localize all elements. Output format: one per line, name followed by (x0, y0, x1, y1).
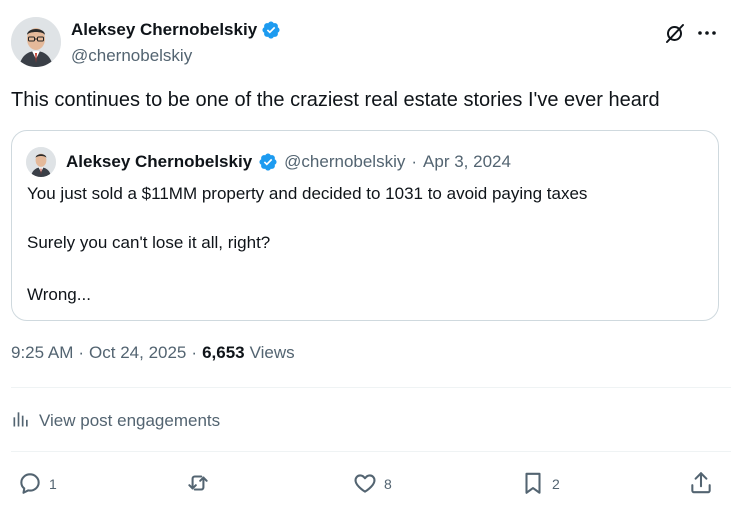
view-engagements-label[interactable]: View post engagements (39, 411, 220, 431)
post-date[interactable]: Oct 24, 2025 (89, 343, 186, 363)
avatar[interactable] (11, 17, 61, 67)
meta-separator-2: · (191, 343, 198, 362)
author-name-text[interactable]: Aleksey Chernobelskiy (71, 20, 257, 40)
share-icon (688, 470, 714, 499)
bookmark-count: 2 (552, 476, 560, 492)
post-detail: Aleksey Chernobelskiy @chernobelskiy Thi… (0, 0, 742, 509)
share-button[interactable] (688, 468, 714, 500)
views-label: Views (249, 343, 295, 362)
divider (11, 387, 731, 388)
author-name[interactable]: Aleksey Chernobelskiy (71, 20, 281, 40)
bookmark-button[interactable]: 2 (520, 468, 560, 500)
author-handle[interactable]: @chernobelskiy (71, 46, 192, 66)
quoted-avatar (26, 147, 56, 177)
post-time[interactable]: 9:25 AM (11, 343, 73, 363)
repost-button[interactable] (185, 468, 217, 500)
quoted-text-line-3: Wrong... (27, 285, 91, 304)
post-meta: 9:25 AM · Oct 24, 2025 · 6,653 Views (11, 343, 295, 363)
quoted-text-line-2: Surely you can't lose it all, right? (27, 233, 271, 252)
more-icon[interactable] (695, 21, 719, 45)
quoted-author-name: Aleksey Chernobelskiy (66, 152, 253, 171)
verified-badge-icon (261, 20, 281, 40)
quoted-date: Apr 3, 2024 (423, 152, 511, 171)
grok-icon[interactable] (663, 21, 687, 45)
quoted-post-header: Aleksey Chernobelskiy @chernobelskiy · A… (26, 146, 511, 178)
quoted-text-line-1: You just sold a $11MM property and decid… (27, 184, 588, 203)
reply-button[interactable]: 1 (17, 468, 57, 500)
bookmark-icon (520, 470, 546, 499)
quoted-verified-badge-icon (258, 152, 278, 172)
meta-separator: · (78, 343, 85, 362)
post-header: Aleksey Chernobelskiy @chernobelskiy (11, 15, 731, 69)
divider-2 (11, 451, 731, 452)
heart-icon (352, 470, 378, 499)
quoted-author-handle: @chernobelskiy (284, 152, 406, 171)
post-text: This continues to be one of the craziest… (11, 89, 660, 111)
analytics-icon (11, 409, 31, 434)
repost-icon (185, 470, 211, 499)
view-engagements-link[interactable]: View post engagements (11, 407, 220, 435)
quoted-post[interactable]: Aleksey Chernobelskiy @chernobelskiy · A… (11, 130, 719, 321)
action-bar: 1 8 2 (0, 468, 742, 500)
reply-icon (17, 470, 43, 499)
quoted-separator: · (411, 152, 418, 171)
reply-count: 1 (49, 476, 57, 492)
views-count: 6,653 (202, 343, 245, 362)
like-count: 8 (384, 476, 392, 492)
like-button[interactable]: 8 (352, 468, 392, 500)
